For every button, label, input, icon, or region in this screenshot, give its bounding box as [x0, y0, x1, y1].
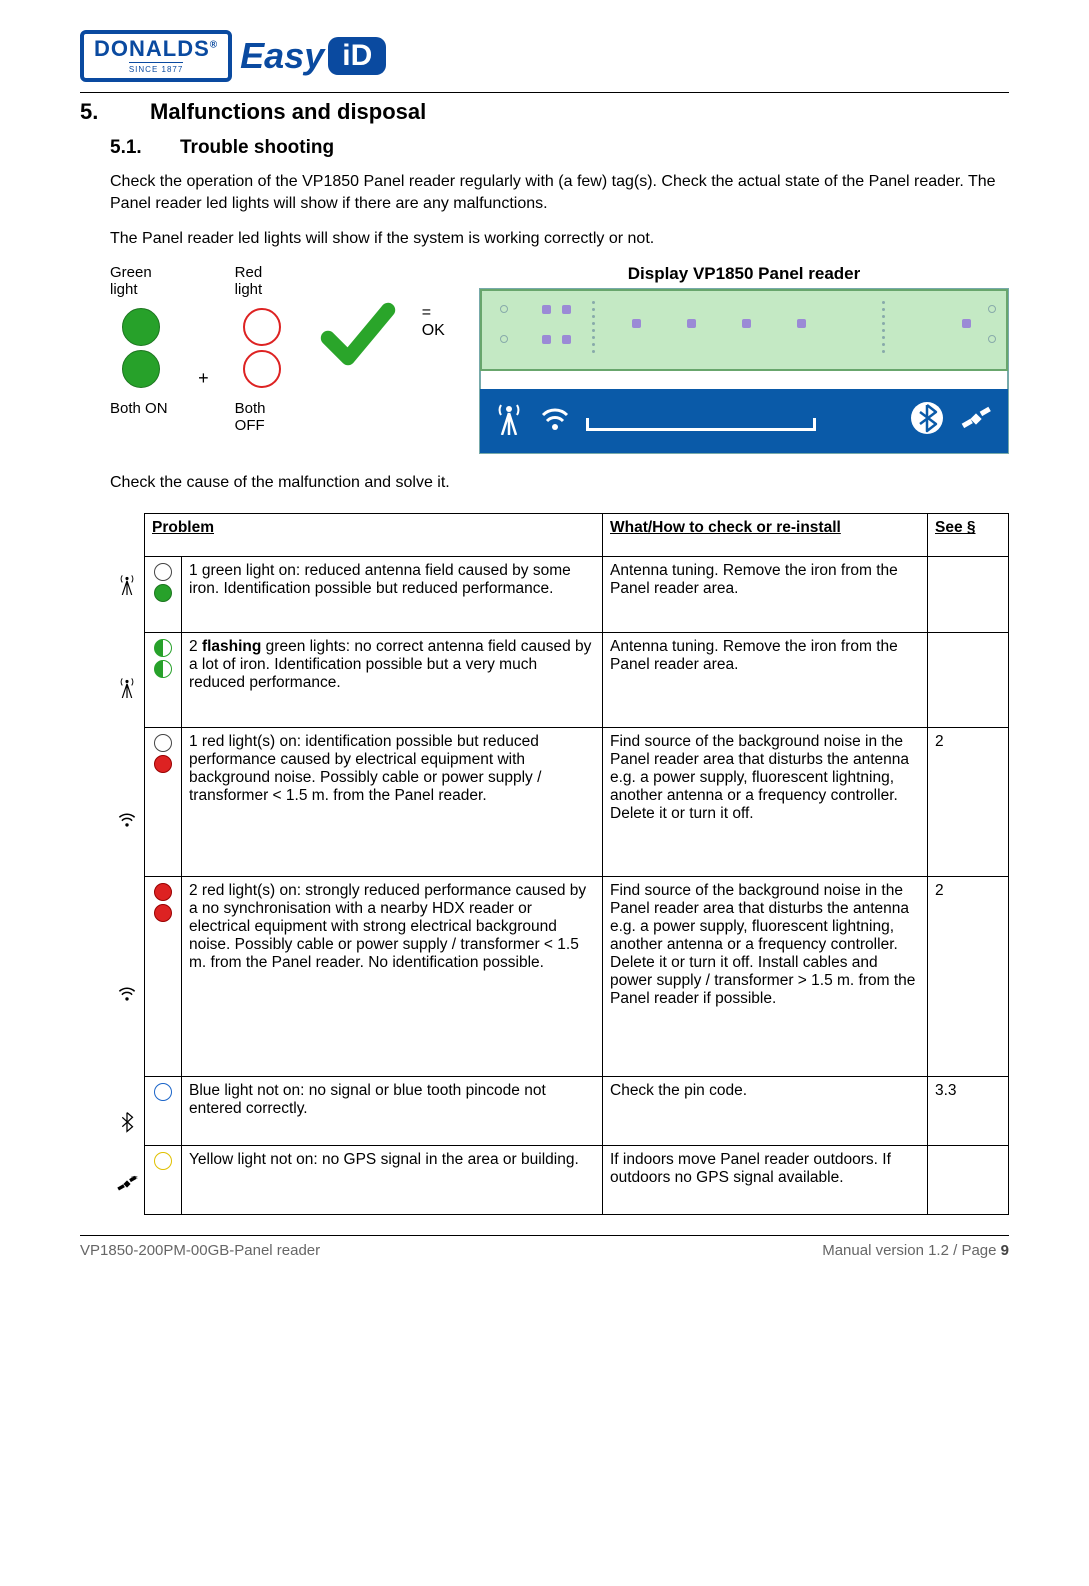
bracket-icon	[586, 428, 816, 431]
subsection-number: 5.1.	[110, 137, 180, 159]
see-cell	[928, 1146, 1009, 1215]
easy-text: Easy	[240, 35, 324, 77]
antenna-icon	[494, 401, 524, 440]
page-footer: VP1850-200PM-00GB-Panel reader Manual ve…	[80, 1242, 1009, 1259]
col-check: What/How to check or re-install	[603, 514, 928, 557]
header-logo-row: DONALDS® SINCE 1877 Easy iD	[80, 30, 1009, 82]
led-status-icon	[149, 639, 177, 678]
green-light-col: Green light Both ON	[110, 264, 172, 434]
antenna-icon	[116, 685, 138, 702]
subsection-title: Trouble shooting	[180, 137, 334, 158]
wifi-icon	[116, 991, 138, 1008]
donalds-logo: DONALDS® SINCE 1877	[80, 30, 232, 82]
paragraph-2: The Panel reader led lights will show if…	[110, 228, 1009, 250]
see-cell: 2	[928, 728, 1009, 876]
table-row: Yellow light not on: no GPS signal in th…	[145, 1146, 1009, 1215]
section-title: Malfunctions and disposal	[150, 99, 426, 124]
bluetooth-icon	[910, 401, 944, 440]
see-cell: 3.3	[928, 1077, 1009, 1146]
subsection-heading: 5.1.Trouble shooting	[110, 137, 1009, 159]
display-panel-block: Display VP1850 Panel reader	[479, 264, 1009, 454]
table-row: 1 red light(s) on: identification possib…	[145, 728, 1009, 876]
table-row: 2 flashing green lights: no correct ante…	[145, 633, 1009, 728]
table-header-row: Problem What/How to check or re-install …	[145, 514, 1009, 557]
brand-text: DONALDS	[94, 36, 210, 61]
col-see: See §	[928, 514, 1009, 557]
gps-satellite-icon	[958, 401, 994, 440]
col-problem: Problem	[145, 514, 603, 557]
led-status-icon	[149, 883, 177, 922]
table-row: 1 green light on: reduced antenna field …	[145, 556, 1009, 632]
led-diagram-row: Green light Both ON + Red light Both OFF	[110, 264, 1009, 454]
display-panel	[479, 288, 1009, 454]
footer-right: Manual version 1.2 / Page 9	[822, 1242, 1009, 1259]
since-text: SINCE 1877	[129, 62, 183, 74]
wifi-icon	[538, 401, 572, 440]
registered-mark: ®	[210, 40, 218, 51]
both-on-label: Both ON	[110, 400, 168, 417]
bottom-rule	[80, 1235, 1009, 1236]
check-cell: Find source of the background noise in t…	[603, 876, 928, 1077]
problem-cell: 2 flashing green lights: no correct ante…	[182, 633, 603, 728]
red-led-off-icon	[243, 350, 281, 388]
troubleshooting-table: Problem What/How to check or re-install …	[144, 513, 1009, 1215]
check-cell: If indoors move Panel reader outdoors. I…	[603, 1146, 928, 1215]
ok-label: = OK	[422, 304, 453, 340]
green-led-on-icon	[122, 308, 160, 346]
plus-symbol: +	[198, 368, 209, 389]
problem-cell: 1 red light(s) on: identification possib…	[182, 728, 603, 876]
green-led-on-icon	[122, 350, 160, 388]
led-status-icon	[149, 1083, 177, 1101]
display-icon-strip	[480, 389, 1008, 453]
red-light-label: Red light	[235, 264, 290, 302]
id-badge: iD	[328, 37, 386, 75]
check-cell: Antenna tuning. Remove the iron from the…	[603, 556, 928, 632]
table-row: Blue light not on: no signal or blue too…	[145, 1077, 1009, 1146]
paragraph-1: Check the operation of the VP1850 Panel …	[110, 171, 1009, 214]
table-row: 2 red light(s) on: strongly reduced perf…	[145, 876, 1009, 1077]
led-status-icon	[149, 563, 177, 602]
check-cell: Find source of the background noise in t…	[603, 728, 928, 876]
red-light-col: Red light Both OFF	[235, 264, 290, 435]
check-cell: Check the pin code.	[603, 1077, 928, 1146]
wifi-icon	[116, 817, 138, 834]
checkmark-icon	[316, 294, 396, 379]
check-cell: Antenna tuning. Remove the iron from the…	[603, 633, 928, 728]
see-cell: 2	[928, 876, 1009, 1077]
gps-satellite-icon: GPS	[116, 1182, 138, 1199]
bluetooth-icon	[116, 1120, 138, 1137]
red-led-off-icon	[243, 308, 281, 346]
display-title: Display VP1850 Panel reader	[479, 264, 1009, 284]
lcd-screen	[480, 289, 1008, 371]
led-status-icon	[149, 734, 177, 773]
footer-left: VP1850-200PM-00GB-Panel reader	[80, 1242, 320, 1259]
see-cell	[928, 633, 1009, 728]
section-number: 5.	[80, 99, 150, 125]
problem-cell: Blue light not on: no signal or blue too…	[182, 1077, 603, 1146]
paragraph-3: Check the cause of the malfunction and s…	[110, 472, 1009, 494]
led-status-icon	[149, 1152, 177, 1170]
section-heading: 5.Malfunctions and disposal	[80, 99, 1009, 125]
antenna-icon	[116, 582, 138, 599]
problem-cell: 1 green light on: reduced antenna field …	[182, 556, 603, 632]
top-rule	[80, 92, 1009, 93]
green-light-label: Green light	[110, 264, 172, 302]
problem-cell: Yellow light not on: no GPS signal in th…	[182, 1146, 603, 1215]
svg-text:GPS: GPS	[131, 1175, 138, 1180]
both-off-label: Both OFF	[235, 400, 266, 434]
problem-cell: 2 red light(s) on: strongly reduced perf…	[182, 876, 603, 1077]
see-cell	[928, 556, 1009, 632]
easy-id-logo: Easy iD	[240, 35, 386, 77]
